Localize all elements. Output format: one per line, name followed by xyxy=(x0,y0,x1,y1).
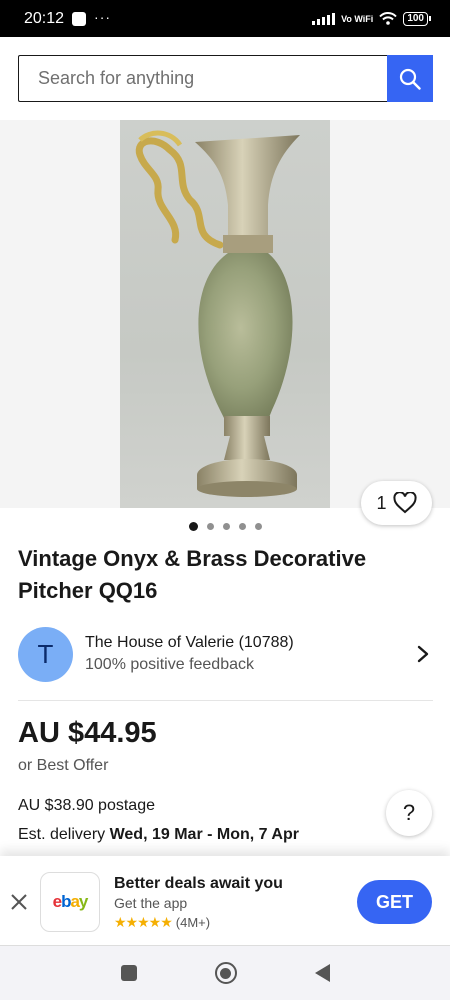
help-button[interactable]: ? xyxy=(386,790,432,836)
status-right: Vo WiFi 100 xyxy=(312,11,431,26)
chevron-right-icon xyxy=(417,645,429,663)
app-rating: ★★★★★ (4M+) xyxy=(114,914,210,931)
seller-row[interactable]: T The House of Valerie (10788) 100% posi… xyxy=(18,624,433,684)
get-app-button[interactable]: GET xyxy=(357,880,432,924)
watch-count: 1 xyxy=(376,492,387,513)
price: AU $44.95 xyxy=(18,717,157,749)
vowifi-label: Vo WiFi xyxy=(341,13,374,24)
back-icon[interactable] xyxy=(314,964,330,982)
heart-icon xyxy=(392,492,417,514)
banner-subtitle: Get the app xyxy=(114,895,188,911)
carousel-indicator xyxy=(0,522,450,531)
carousel-dot[interactable] xyxy=(206,523,214,530)
watch-button[interactable]: 1 xyxy=(361,481,432,525)
recent-apps-icon[interactable] xyxy=(120,965,137,981)
carousel-dot[interactable] xyxy=(238,523,246,530)
ebay-logo: ebay xyxy=(52,892,89,911)
carousel-dot[interactable] xyxy=(254,523,262,530)
seller-avatar: T xyxy=(18,626,73,682)
search-bar: Search for anything xyxy=(18,55,433,102)
postage-cost: AU $38.90 postage xyxy=(18,797,155,814)
search-input[interactable]: Search for anything xyxy=(18,55,387,102)
notification-icon xyxy=(72,11,87,26)
more-notifications-icon: ··· xyxy=(94,8,112,25)
ebay-app-icon: ebay xyxy=(40,872,100,932)
product-photo[interactable] xyxy=(120,120,330,508)
wifi-icon xyxy=(379,12,398,25)
delivery-dates: Wed, 19 Mar - Mon, 7 Apr xyxy=(109,826,299,843)
system-nav-bar xyxy=(0,946,450,1000)
app-install-banner: ebay Better deals await you Get the app … xyxy=(0,856,450,946)
status-left: 20:12 ··· xyxy=(24,8,112,28)
star-rating-icon: ★★★★★ xyxy=(114,914,173,930)
battery-icon: 100 xyxy=(403,11,431,26)
pitcher-illustration xyxy=(135,130,300,497)
carousel-dot[interactable] xyxy=(188,522,198,531)
banner-title: Better deals await you xyxy=(114,875,283,892)
status-bar: 20:12 ··· Vo WiFi 100 xyxy=(0,0,450,37)
product-image-carousel[interactable] xyxy=(0,120,450,508)
seller-feedback: 100% positive feedback xyxy=(85,656,254,673)
close-icon[interactable] xyxy=(9,892,29,912)
estimated-delivery: Est. delivery Wed, 19 Mar - Mon, 7 Apr xyxy=(18,826,299,844)
seller-name: The House of Valerie (10788) xyxy=(85,634,294,651)
home-icon[interactable] xyxy=(214,962,237,984)
rating-count: (4M+) xyxy=(175,915,211,930)
signal-icon xyxy=(312,12,336,25)
search-icon xyxy=(399,68,421,90)
status-time: 20:12 xyxy=(24,9,65,27)
seller-info: The House of Valerie (10788) 100% positi… xyxy=(85,632,413,676)
best-offer-label: or Best Offer xyxy=(18,757,109,774)
listing-title: Vintage Onyx & Brass Decorative Pitcher … xyxy=(18,546,367,603)
carousel-dot[interactable] xyxy=(222,523,230,530)
search-button[interactable] xyxy=(387,55,433,102)
divider xyxy=(18,700,433,701)
delivery-label: Est. delivery xyxy=(18,826,110,843)
